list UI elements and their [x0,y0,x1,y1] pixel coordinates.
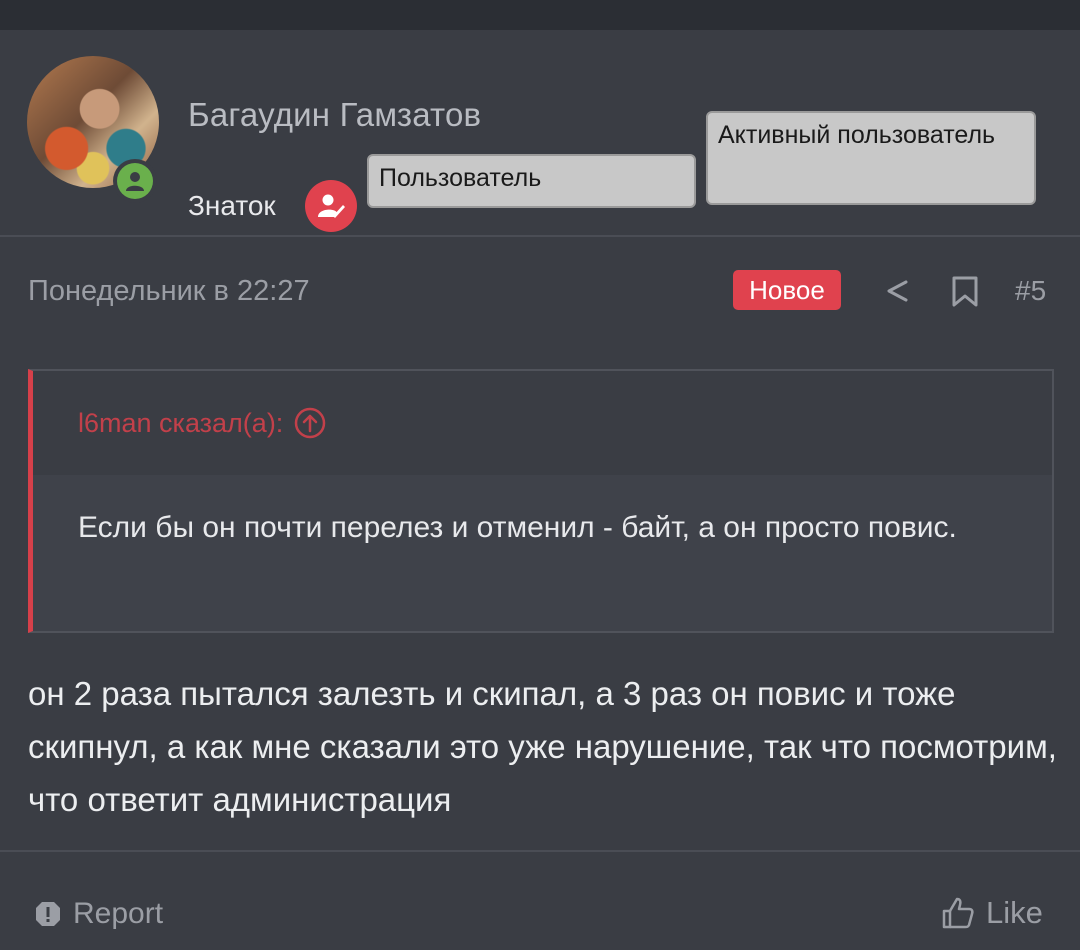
report-label: Report [73,897,164,930]
like-button[interactable]: Like [940,895,1043,931]
warning-icon [36,902,60,926]
share-icon[interactable] [880,274,914,308]
post-header: Багаудин Гамзатов Знаток Пользователь Ак… [0,30,1080,237]
bookmark-icon[interactable] [948,274,982,308]
quote-block: l6man сказал(а): Если бы он почти переле… [28,369,1054,633]
username[interactable]: Багаудин Гамзатов [188,96,481,134]
post-number[interactable]: #5 [1015,275,1046,307]
online-status-icon [113,159,157,203]
user-title-tag: Пользователь [367,154,696,208]
quote-text: Если бы он почти перелез и отменил - бай… [78,511,957,544]
report-button[interactable]: Report [33,897,163,931]
post-card: Багаудин Гамзатов Знаток Пользователь Ак… [0,30,1080,950]
user-rank: Знаток [188,190,276,221]
divider [0,850,1080,852]
active-user-tag: Активный пользователь [706,111,1036,205]
new-badge: Новое [733,270,841,310]
post-date[interactable]: Понедельник в 22:27 [28,275,310,308]
quote-header: l6man сказал(а): [33,371,1052,475]
quote-author[interactable]: l6man сказал(а): [78,408,283,439]
top-bar [0,0,1080,30]
arrow-up-circle-icon[interactable] [293,406,327,440]
rank-badge-icon [305,180,357,232]
post-message: он 2 раза пытался залезть и скипал, а 3 … [28,675,1057,818]
like-label: Like [986,895,1043,930]
thumbs-up-icon [942,897,974,929]
